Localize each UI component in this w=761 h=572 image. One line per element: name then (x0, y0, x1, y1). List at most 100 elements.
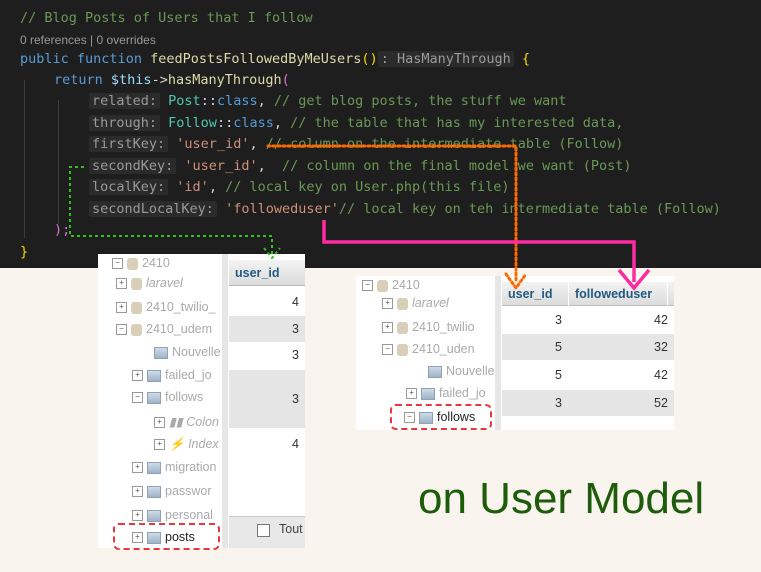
table-cell: 5 (555, 340, 562, 354)
tree-label: laravel (146, 276, 183, 290)
tree-node-2410-twilio[interactable]: +2410_twilio (382, 320, 475, 334)
tree-node-laravel[interactable]: + laravel (382, 296, 449, 310)
codelens-references[interactable]: 0 references | 0 overrides (20, 33, 156, 47)
column-header-user-id[interactable]: user_id (502, 282, 568, 306)
index-icon: ⚡ (169, 437, 185, 451)
expand-icon[interactable]: + (382, 322, 393, 334)
comma: , (208, 179, 217, 195)
table-cell: 3 (555, 396, 562, 410)
tree-node-db-2410[interactable]: − 2410 (362, 278, 420, 292)
tree-label: follows (165, 390, 204, 404)
class-name: Follow (168, 115, 217, 131)
new-table-icon (428, 365, 442, 378)
table-footer: Tout (229, 516, 305, 548)
this-var: $this (110, 72, 152, 88)
tree-node-db-2410[interactable]: − 2410 (112, 256, 170, 270)
select-all-checkbox[interactable] (257, 524, 270, 537)
tree-node-index[interactable]: + ⚡ Index (154, 437, 219, 452)
paren-close: ) (369, 51, 378, 67)
table-cell: 3 (292, 322, 299, 336)
database-icon (131, 277, 142, 290)
expand-icon[interactable]: + (116, 278, 127, 290)
tree-label: 2410 (142, 256, 170, 270)
tree-label: 2410_twilio (412, 320, 475, 334)
keyword-public: public (20, 51, 69, 67)
inline-comment: // column on the final model we want (Po… (281, 158, 632, 174)
database-icon (397, 297, 408, 310)
database-icon (127, 257, 138, 270)
expand-icon[interactable]: + (154, 417, 165, 429)
tree-node-nouvelle[interactable]: Nouvelle (154, 345, 221, 359)
string-literal: 'user_id' (176, 136, 250, 152)
table-icon (421, 387, 435, 400)
class-name: Post (168, 93, 201, 109)
expand-icon[interactable]: + (406, 388, 417, 400)
tree-label: migration (165, 460, 217, 474)
arg-localkey-line: localKey: 'id', // local key on User.php… (89, 177, 510, 197)
tree-node-password-resets[interactable]: + passwor (132, 484, 212, 498)
tree-node-failed-jobs[interactable]: + failed_jo (406, 386, 486, 400)
collapse-icon[interactable]: − (362, 280, 373, 292)
close-call: ); (54, 222, 71, 238)
param-hint: firstKey: (89, 136, 169, 152)
inline-comment: // column on the intermediate table (Fol… (265, 136, 624, 152)
comma: , (249, 136, 258, 152)
param-hint: localKey: (89, 179, 169, 195)
database-icon (377, 279, 388, 292)
tree-node-columns[interactable]: + ▮▮ Colon (154, 414, 219, 429)
class-keyword: class (216, 93, 258, 109)
comma: , (273, 115, 282, 131)
keyword-function: function (76, 51, 142, 67)
tree-label: passwor (165, 484, 212, 498)
expand-icon[interactable]: + (132, 370, 143, 382)
tree-node-failed-jobs[interactable]: + failed_jo (132, 368, 212, 382)
collapse-icon[interactable]: − (382, 344, 393, 356)
comma: , (257, 93, 266, 109)
inline-comment: // the table that has my interested data… (290, 115, 624, 131)
tree-node-personal[interactable]: + personal (132, 508, 213, 522)
expand-icon[interactable]: + (132, 486, 143, 498)
code-editor[interactable]: // Blog Posts of Users that I follow 0 r… (0, 0, 761, 268)
column-header-extra[interactable]: c (668, 282, 674, 306)
column-header-followeduser[interactable]: followeduser (569, 282, 667, 306)
expand-icon[interactable]: + (132, 510, 143, 522)
column-header-user-id[interactable]: user_id (229, 260, 305, 286)
indent-guide (58, 100, 59, 224)
tree-node-follows[interactable]: − follows (132, 390, 203, 404)
tree-node-nouvelle[interactable]: Nouvelle (428, 364, 495, 378)
panel-divider[interactable] (495, 276, 501, 430)
class-keyword: class (233, 115, 274, 131)
tree-label: failed_jo (439, 386, 486, 400)
expand-icon[interactable]: + (132, 462, 143, 474)
expand-icon[interactable]: + (116, 302, 127, 314)
panel-divider[interactable] (222, 254, 228, 548)
collapse-icon[interactable]: − (116, 324, 127, 336)
expand-icon[interactable]: + (154, 439, 165, 451)
expand-icon[interactable]: + (382, 298, 393, 310)
database-icon (397, 321, 408, 334)
collapse-icon[interactable]: − (112, 258, 123, 270)
arg-secondlocalkey-line: secondLocalKey: 'followeduser'// local k… (89, 199, 721, 219)
param-hint: secondLocalKey: (89, 201, 217, 217)
string-literal: 'user_id' (184, 158, 258, 174)
columns-icon: ▮▮ (169, 415, 183, 429)
tree-node-migrations[interactable]: + migration (132, 460, 216, 474)
inline-comment: // get blog posts, the stuff we want (273, 93, 567, 109)
tree-node-laravel[interactable]: + laravel (116, 276, 183, 290)
tree-node-2410-twilio[interactable]: +2410_twilio_ (116, 300, 216, 314)
indent-guide (24, 80, 25, 238)
collapse-icon[interactable]: − (132, 392, 143, 404)
table-cell: 2 (661, 340, 668, 354)
table-cell: 3 (292, 392, 299, 406)
table-cell: 2 (661, 368, 668, 382)
tree-node-2410-udem[interactable]: − 2410_udem (116, 322, 212, 336)
tree-label: Index (188, 437, 219, 451)
function-name: feedPostsFollowedByMeUsers (150, 51, 362, 67)
inline-comment: // local key on User.php(this file) (225, 179, 510, 195)
string-literal: 'followeduser' (225, 201, 339, 217)
tree-node-2410-udem[interactable]: − 2410_uden (382, 342, 475, 356)
paren-open: ( (361, 51, 370, 67)
database-tree: −2410 + laravel +2410_twilio_ −2410_udem … (98, 254, 222, 548)
table-cell: 4 (292, 437, 299, 451)
return-type: HasManyThrough (396, 51, 511, 67)
